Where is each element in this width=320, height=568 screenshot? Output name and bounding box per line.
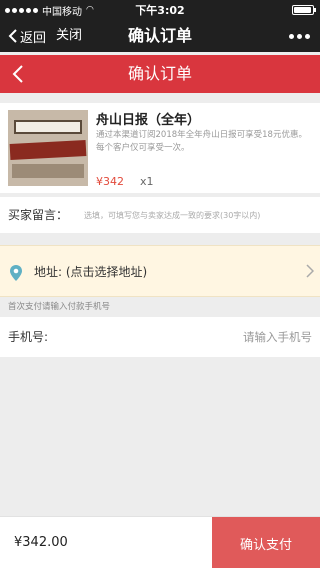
product-quantity: x1: [140, 175, 154, 188]
checkout-bar: ¥342.00 确认支付: [0, 516, 320, 568]
confirm-payment-button[interactable]: 确认支付: [212, 517, 320, 568]
nav-title: 确认订单: [127, 26, 192, 45]
back-label: 返回: [20, 30, 47, 46]
location-pin-icon: [10, 265, 22, 281]
product-card[interactable]: 舟山日报（全年） 通过本渠道订阅2018年全年舟山日报可享受18元优惠。每个客户…: [0, 103, 320, 193]
phone-label: 手机号:: [8, 330, 49, 344]
payment-phone-hint: 首次支付请输入付款手机号: [8, 302, 111, 312]
buyer-message-input[interactable]: [84, 205, 314, 225]
phone-row: 手机号:: [0, 317, 320, 357]
header-back-button[interactable]: [4, 55, 32, 93]
back-chevron-icon: [8, 29, 17, 43]
more-dots-icon[interactable]: [289, 20, 310, 52]
address-selector[interactable]: 地址: (点击选择地址): [0, 245, 320, 297]
product-price: ¥342: [96, 175, 124, 188]
buyer-message-label: 买家留言：: [8, 208, 69, 222]
product-description: 通过本渠道订阅2018年全年舟山日报可享受18元优惠。每个客户仅可享受一次。: [96, 130, 307, 153]
order-total: ¥342.00: [14, 535, 68, 550]
product-thumbnail: [8, 110, 88, 186]
page-title: 确认订单: [127, 64, 192, 83]
back-button[interactable]: 返回: [8, 20, 46, 52]
close-button[interactable]: 关闭: [56, 20, 82, 52]
page-header: 确认订单: [0, 55, 320, 93]
phone-input[interactable]: [112, 327, 312, 347]
product-name: 舟山日报（全年）: [96, 113, 201, 128]
wechat-nav-bar: 返回 关闭 确认订单: [0, 20, 320, 52]
chevron-left-icon: [12, 65, 23, 83]
clock: 下午3:02: [135, 4, 185, 17]
chevron-right-icon: [306, 264, 314, 278]
battery-icon: [292, 5, 316, 15]
address-label: 地址: (点击选择地址): [34, 265, 148, 279]
status-bar: 中国移动 ◠ 下午3:02: [0, 0, 320, 20]
buyer-message-row: 买家留言：: [0, 197, 320, 233]
